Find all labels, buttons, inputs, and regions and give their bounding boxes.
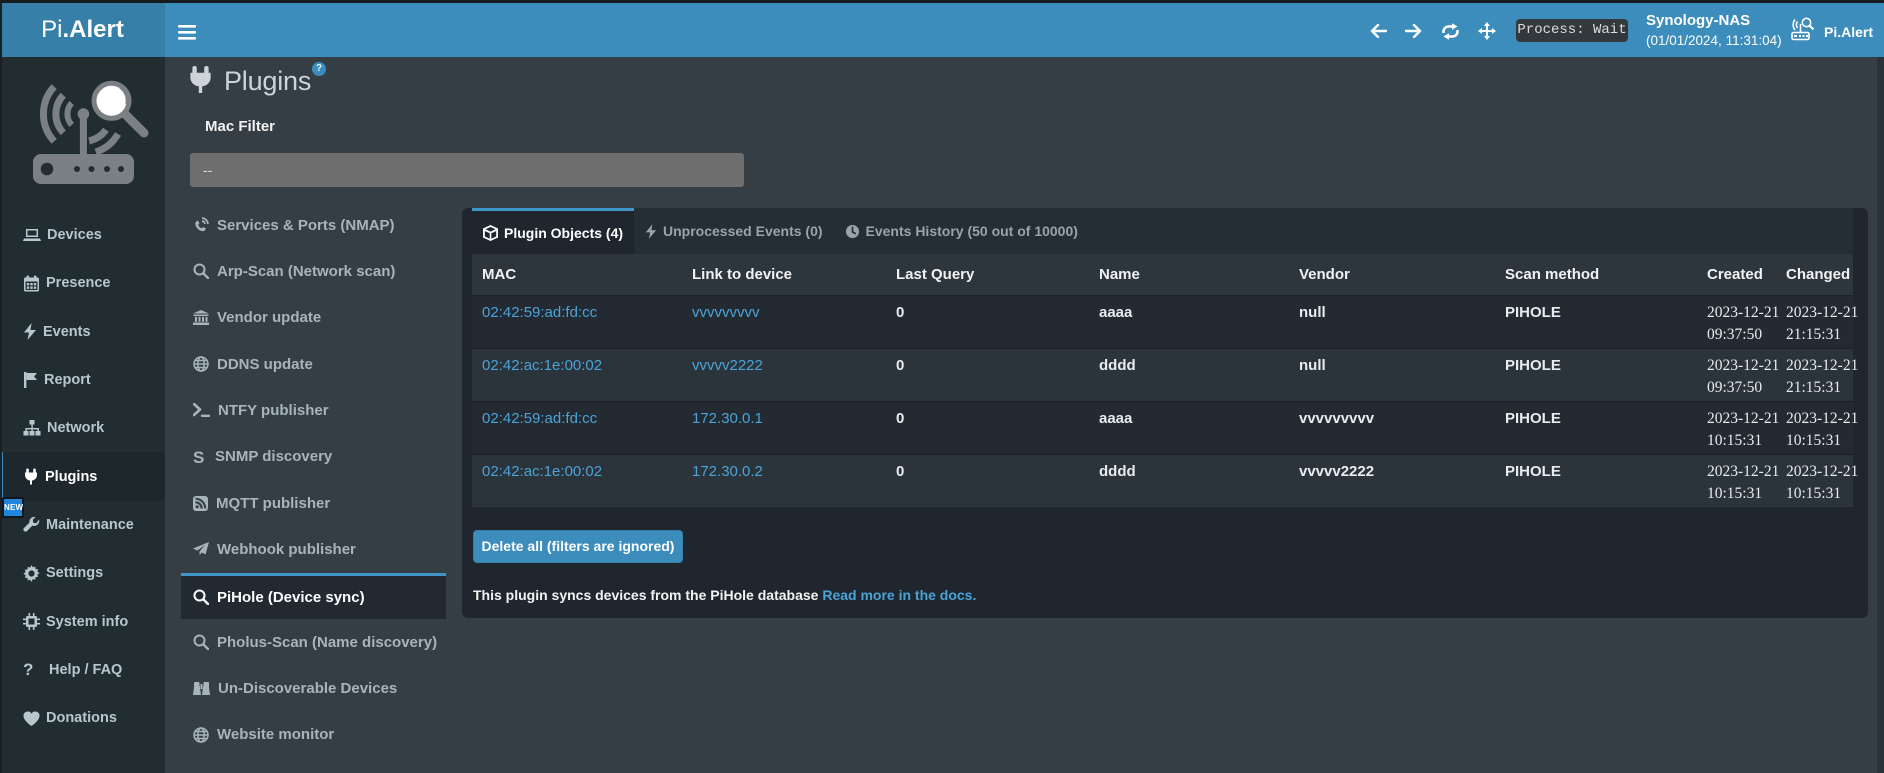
svg-text:S: S (193, 449, 204, 465)
